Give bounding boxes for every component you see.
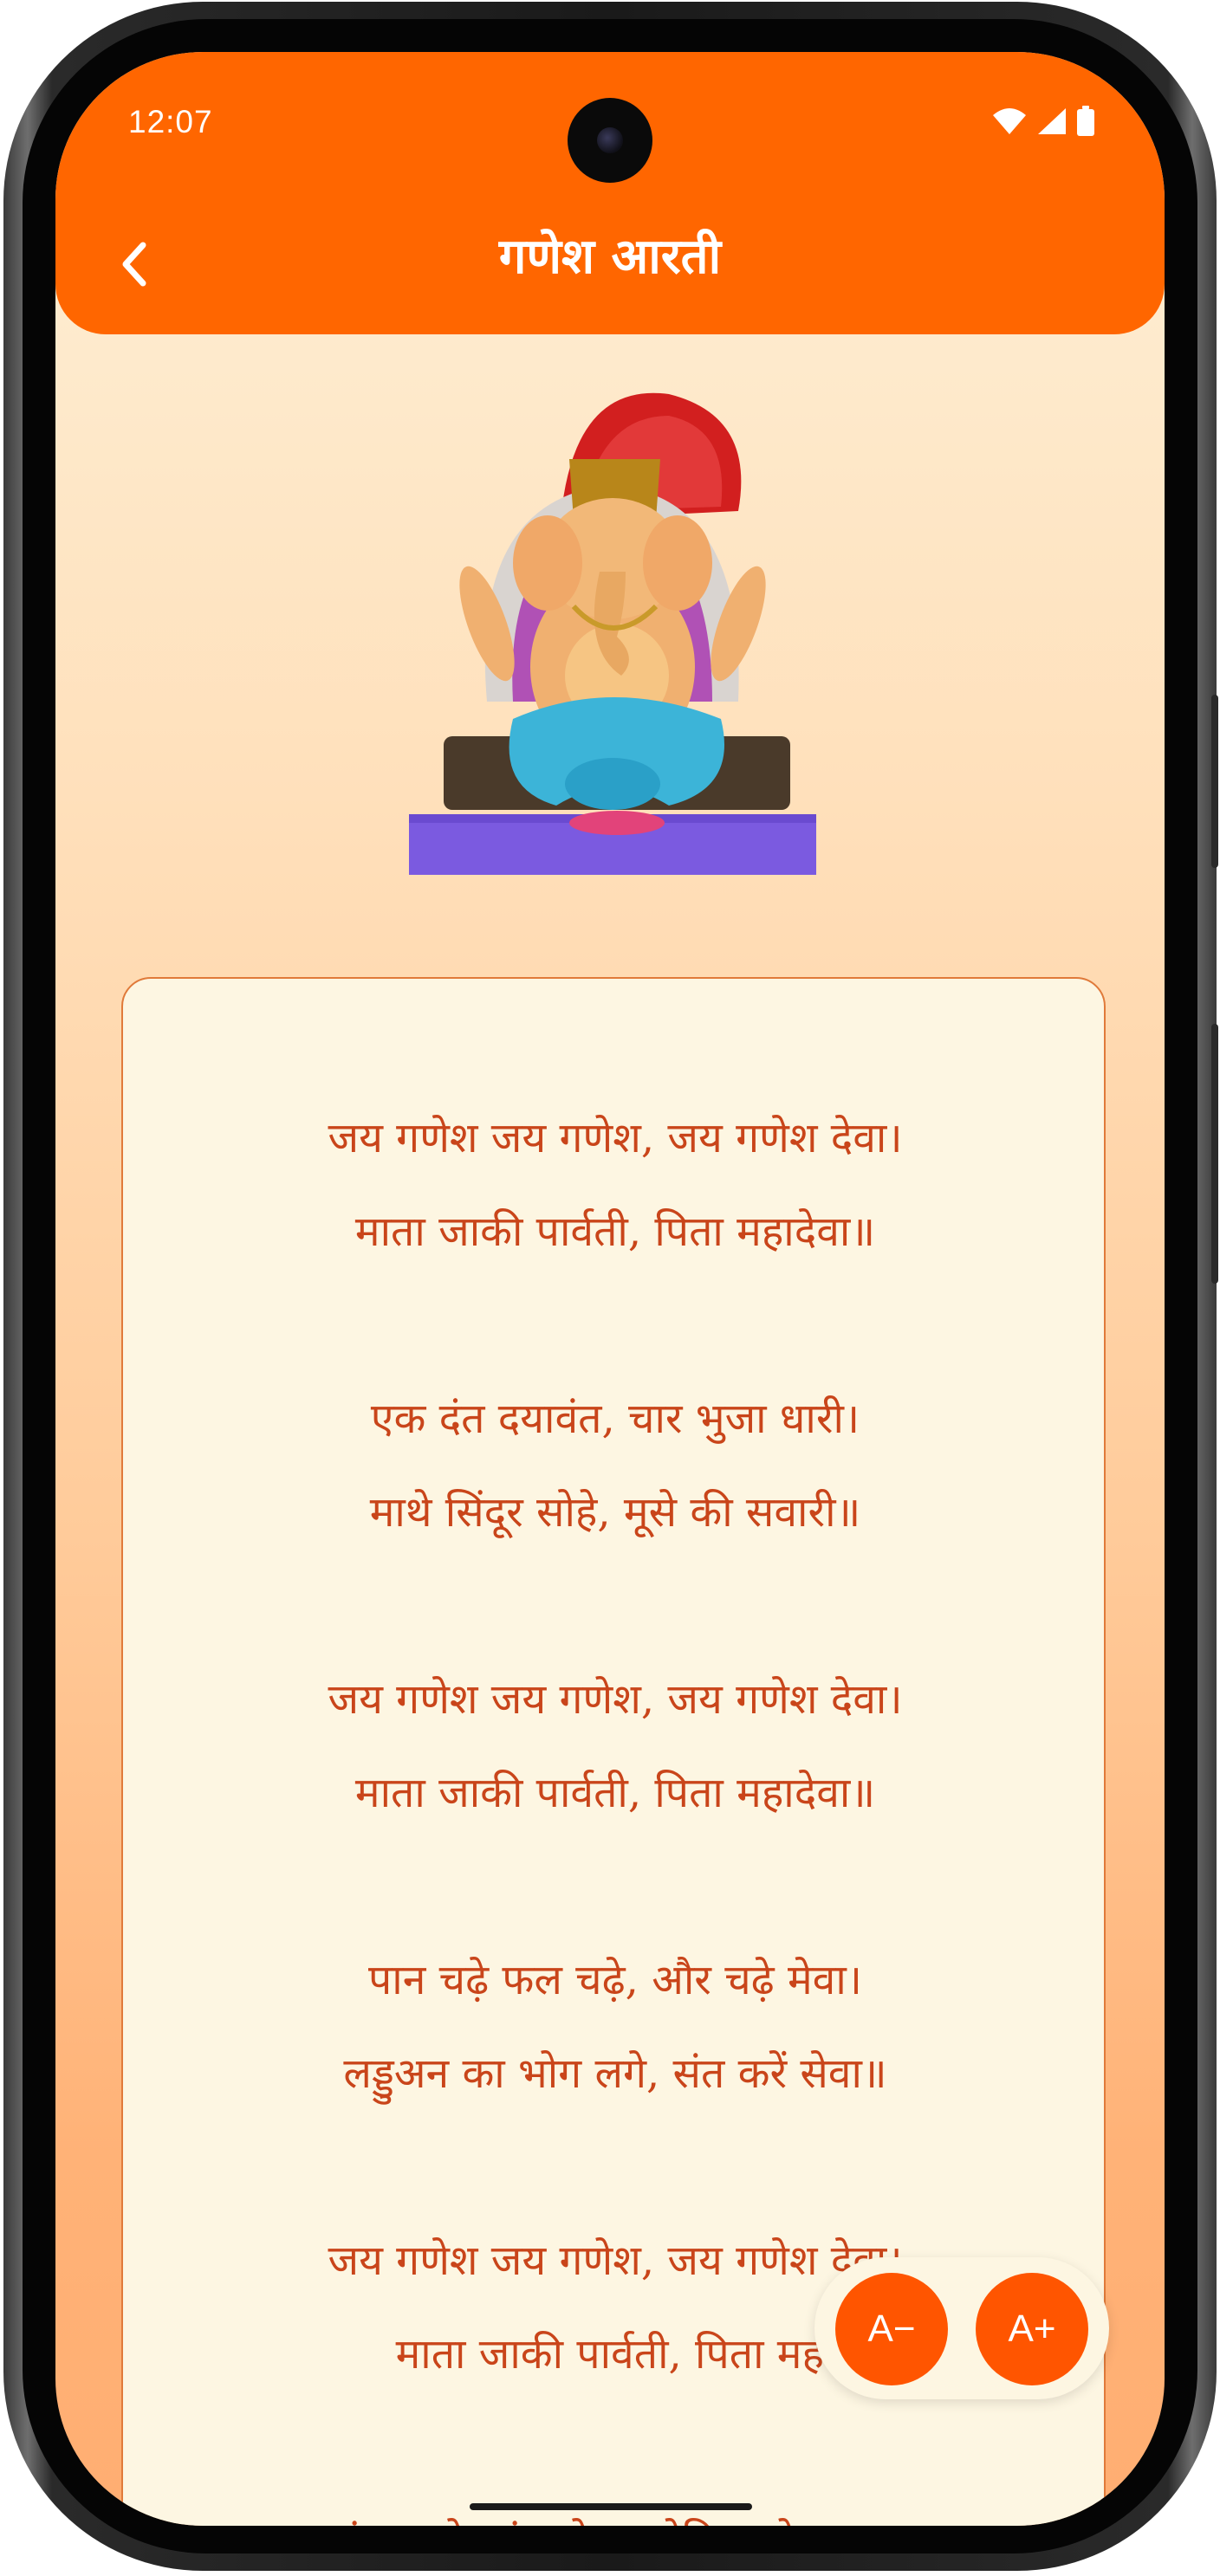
volume-button — [1211, 1024, 1218, 1284]
status-icons — [991, 106, 1095, 137]
ganesha-idol-image — [409, 392, 816, 875]
phone-frame: 12:07 गणेश आरती जय गणेश जय गणेश, जय गणेश… — [3, 2, 1218, 2571]
home-indicator[interactable] — [470, 2503, 752, 2510]
front-camera — [568, 98, 652, 183]
lyric-line: अंधन को आंख देत, कोढ़िन को काया। — [123, 2495, 1107, 2526]
wifi-icon — [993, 108, 1026, 134]
camera-lens — [597, 127, 623, 153]
lyric-line: माता जाकी पार्वती, पिता महादेवा॥ — [354, 1769, 876, 1817]
verse: पान चढ़े फल चढ़े, और चढ़े मेवा। लड्डुअन … — [123, 1933, 1107, 2120]
verse: जय गणेश जय गणेश, जय गणेश देवा। माता जाकी… — [123, 1091, 1107, 1278]
lyric-line: लड्डुअन का भोग लगे, संत करें सेवा॥ — [343, 2049, 887, 2098]
verse: जय गणेश जय गणेश, जय गणेश देवा। माता जाकी… — [123, 1653, 1107, 1840]
font-size-controls: A− A+ — [814, 2257, 1109, 2399]
verse: अंधन को आंख देत, कोढ़िन को काया। — [123, 2495, 1107, 2526]
app-header: 12:07 गणेश आरती — [55, 52, 1165, 334]
battery-icon — [1077, 106, 1094, 136]
app-screen: 12:07 गणेश आरती जय गणेश जय गणेश, जय गणेश… — [55, 52, 1165, 2526]
lyric-line: एक दंत दयावंत, चार भुजा धारी। — [370, 1395, 860, 1443]
lyric-line: जय गणेश जय गणेश, जय गणेश देवा। — [328, 1114, 903, 1162]
lyric-line: माता जाकी पार्वती, पिता महादेवा॥ — [354, 1207, 876, 1256]
verse: एक दंत दयावंत, चार भुजा धारी। माथे सिंदू… — [123, 1372, 1107, 1559]
lyric-line: पान चढ़े फल चढ़े, और चढ़े मेवा। — [368, 1956, 862, 2004]
power-button — [1211, 695, 1218, 868]
signal-icon — [1038, 108, 1066, 134]
decrease-font-button[interactable]: A− — [835, 2273, 948, 2385]
status-time: 12:07 — [128, 104, 213, 139]
lyric-line: जय गणेश जय गणेश, जय गणेश देवा। — [328, 1675, 903, 1724]
page-title: गणेश आरती — [498, 229, 722, 285]
increase-font-button[interactable]: A+ — [976, 2273, 1088, 2385]
lyric-line: माथे सिंदूर सोहे, मूसे की सवारी॥ — [369, 1488, 861, 1537]
